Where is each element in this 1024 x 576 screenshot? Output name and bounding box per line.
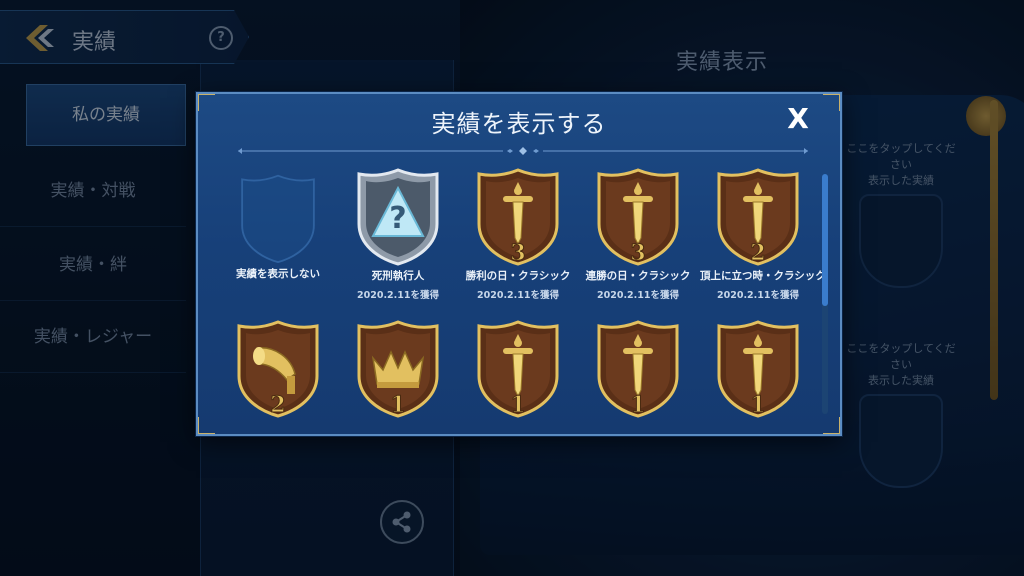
achievement-badge[interactable]: 2 頂上に立つ時・クラシック 2020.2.11を獲得 xyxy=(700,166,826,301)
achievement-name: 連勝の日・クラシック xyxy=(585,270,691,282)
sword-badge-icon: 1 xyxy=(717,320,799,418)
badge-grid: 実績を表示しない? 死刑執行人 2020.2.11を獲得 3 勝利の日・クラシック 202… xyxy=(220,162,826,434)
gramophone-badge-icon: 2 xyxy=(237,320,319,418)
achievement-name: 実績を表示しない xyxy=(236,268,320,280)
achievement-badge[interactable]: 3 連勝の日・クラシック 2020.2.11を獲得 xyxy=(580,166,696,301)
svg-text:1: 1 xyxy=(630,392,645,418)
close-button[interactable]: X xyxy=(781,102,815,136)
svg-text:3: 3 xyxy=(630,240,645,266)
svg-text:3: 3 xyxy=(510,240,525,266)
achievement-date: 2020.2.11を獲得 xyxy=(357,290,439,301)
empty-shield-icon xyxy=(241,174,315,264)
svg-text:1: 1 xyxy=(390,392,405,418)
corner-ornament xyxy=(198,417,215,434)
sword-badge-icon: 3 xyxy=(477,168,559,266)
sword-badge-icon: 2 xyxy=(717,168,799,266)
achievement-badge[interactable]: ? 死刑執行人 2020.2.11を獲得 xyxy=(340,166,456,301)
svg-text:1: 1 xyxy=(510,392,525,418)
scroll-thumb[interactable] xyxy=(822,174,828,306)
corner-ornament xyxy=(823,417,840,434)
achievement-badge[interactable]: 1 xyxy=(460,318,576,418)
crown-badge-icon: 1 xyxy=(357,320,439,418)
achievement-badge[interactable]: 3 勝利の日・クラシック 2020.2.11を獲得 xyxy=(460,166,576,301)
dialog-title: 実績を表示する xyxy=(431,110,607,138)
svg-text:2: 2 xyxy=(750,240,765,266)
title-divider xyxy=(238,147,808,155)
achievement-date: 2020.2.11を獲得 xyxy=(717,290,799,301)
scrollbar[interactable] xyxy=(822,174,828,414)
sword-badge-icon: 3 xyxy=(597,168,679,266)
svg-text:1: 1 xyxy=(750,392,765,418)
achievement-badge[interactable]: 1 xyxy=(340,318,456,418)
achievement-name: 死刑執行人 xyxy=(371,270,425,282)
mystery-shield-icon: ? xyxy=(357,168,439,266)
svg-text:2: 2 xyxy=(270,392,285,418)
sword-badge-icon: 1 xyxy=(477,320,559,418)
achievement-badge[interactable]: 1 xyxy=(580,318,696,418)
achievement-date: 2020.2.11を獲得 xyxy=(477,290,559,301)
achievement-name: 勝利の日・クラシック xyxy=(465,270,571,282)
achievement-badge[interactable]: 1 xyxy=(700,318,816,418)
achievement-name: 頂上に立つ時・クラシック xyxy=(700,270,826,282)
achievement-badge[interactable]: 実績を表示しない xyxy=(220,166,336,281)
achievement-date: 2020.2.11を獲得 xyxy=(597,290,679,301)
svg-text:?: ? xyxy=(389,201,406,236)
achievement-badge[interactable]: 2 xyxy=(220,318,336,418)
achievement-select-dialog: 実績を表示する X 実績を表示しない? 死刑執行人 2020.2.11を獲得 3 勝利の… xyxy=(196,92,842,436)
sword-badge-icon: 1 xyxy=(597,320,679,418)
